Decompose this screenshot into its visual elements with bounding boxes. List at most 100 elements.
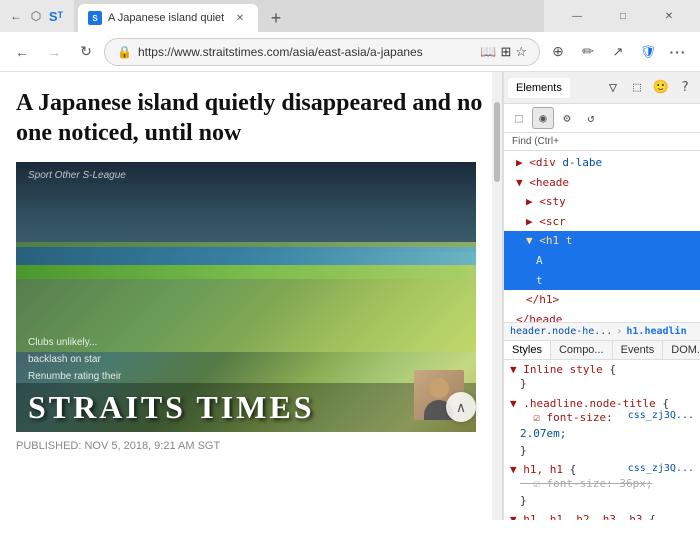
styles-tab[interactable]: Styles [504, 341, 551, 359]
address-bar[interactable]: 🔒 https://www.straitstimes.com/asia/east… [104, 38, 540, 66]
hub-icon: ⊕ [552, 43, 564, 60]
scroll-up-icon: ∧ [456, 399, 466, 416]
image-bottom-overlay: STRAITS TIMES [16, 383, 476, 432]
tree-node-h1[interactable]: ▼ <h1 t [504, 231, 700, 251]
events-tab[interactable]: Events [613, 341, 664, 359]
toolbar-right: ⊕ ✏ ↗ 🛡 ··· [544, 38, 692, 66]
scroll-up-button[interactable]: ∧ [446, 392, 476, 422]
computed-tab[interactable]: Compo... [551, 341, 613, 359]
devtools-tab-bar: Elements ▽ ⬚ 🙂 ? [504, 72, 700, 104]
devtools-tab-elements[interactable]: Elements [508, 78, 570, 98]
lock-icon: 🔒 [117, 45, 132, 59]
dom-tab[interactable]: DOM... [663, 341, 700, 359]
image-green-strip [16, 265, 476, 279]
devtools-search-bar: Find (Ctrl+ [504, 133, 700, 151]
image-sub4: Renumbe rating their [28, 370, 416, 383]
tab-title: A Japanese island quiet [108, 12, 226, 24]
cursor-icon: ⬚ [515, 111, 522, 125]
new-tab-button[interactable]: + [262, 4, 290, 32]
forward-icon: ⬡ [28, 8, 44, 24]
read-mode-icon[interactable]: 📖 [480, 44, 496, 60]
share-icon: ↗ [613, 44, 624, 60]
address-bar-icons: 📖 ⊞ ☆ [480, 44, 527, 60]
style-rule-inline: ▼ Inline style { } [510, 363, 694, 393]
tree-node-style[interactable]: ▶ <sty [504, 192, 700, 212]
select-element-button[interactable]: ⬚ [508, 107, 530, 129]
shield-icon: 🛡 [640, 44, 657, 60]
title-bar-icons: ← ⬡ Sᵀ [8, 8, 64, 24]
browser-icon: Sᵀ [48, 8, 64, 24]
refresh-icon: ↻ [80, 43, 92, 60]
article-image: Sport Other S-League Clubs unlikely... b… [16, 162, 476, 432]
immersive-reader-icon[interactable]: ⊞ [500, 44, 511, 60]
tab-close-button[interactable]: ✕ [232, 10, 248, 26]
close-button[interactable]: ✕ [646, 0, 692, 32]
image-overlay-text: Sport Other S-League [28, 170, 464, 181]
devtools-smiley-icon[interactable]: 🙂 [650, 77, 672, 99]
devtools-dock-icon[interactable]: ⬚ [626, 77, 648, 99]
devtools-settings-gear[interactable]: ⚙ [556, 107, 578, 129]
tree-node-header-close[interactable]: </heade [504, 310, 700, 322]
style-rule-h123: ▼ h1, h1, h2, h3, h3 {css_zj3Q... { marg… [510, 513, 694, 520]
find-label: Find (Ctrl+ [508, 135, 696, 148]
image-sub2: Clubs unlikely... [28, 336, 416, 349]
forward-button[interactable]: → [40, 38, 68, 66]
style-inline-close: } [510, 376, 694, 393]
hub-button[interactable]: ⊕ [544, 38, 572, 66]
tab-active[interactable]: S A Japanese island quiet ✕ [78, 4, 258, 32]
notes-button[interactable]: ✏ [574, 38, 602, 66]
style-rule-h1: ▼ h1, h1 css_zj3Q... { ☑ font-size: 36px… [510, 463, 694, 509]
more-icon: ··· [670, 44, 687, 60]
image-overlay-text2: Clubs unlikely... backlash on star Renum… [28, 336, 416, 387]
favorites-icon[interactable]: ☆ [515, 44, 527, 60]
inspect-button[interactable]: ◉ [532, 107, 554, 129]
tree-node-text-a[interactable]: A [504, 251, 700, 271]
tree-node-div[interactable]: ▶ <div d-labe [504, 153, 700, 173]
share-button[interactable]: ↗ [604, 38, 632, 66]
webpage-scrollbar[interactable] [492, 72, 502, 520]
maximize-button[interactable]: □ [600, 0, 646, 32]
refresh-devtools-icon: ↺ [587, 111, 594, 125]
back-icon: ← [15, 44, 29, 60]
devtools-tab-icons: ▽ ⬚ 🙂 ? [602, 77, 696, 99]
image-newspaper-name: STRAITS TIMES [16, 383, 476, 432]
devtools-settings-icon[interactable]: ▽ [602, 77, 624, 99]
address-text: https://www.straitstimes.com/asia/east-a… [138, 45, 474, 59]
minimize-button[interactable]: — [554, 0, 600, 32]
person-head [429, 378, 449, 398]
breadcrumb-header[interactable]: header.node-he... [510, 326, 612, 337]
nav-bar: ← → ↻ 🔒 https://www.straitstimes.com/asi… [0, 32, 700, 72]
styles-content: ▼ Inline style { } ▼ .headline.node-titl… [504, 360, 700, 520]
window-controls: — □ ✕ [554, 0, 692, 32]
published-text: PUBLISHED: NOV 5, 2018, 9:21 AM SGT [16, 440, 220, 452]
refresh-button[interactable]: ↻ [72, 38, 100, 66]
devtools-help-icon[interactable]: ? [674, 77, 696, 99]
breadcrumb-h1[interactable]: h1.headlin [626, 326, 686, 337]
tree-node-text-t[interactable]: t [504, 271, 700, 291]
triangle-icon: ▽ [609, 80, 617, 96]
image-sub3: backlash on star [28, 353, 416, 366]
devtools-refresh-btn[interactable]: ↺ [580, 107, 602, 129]
devtools-tree: ▶ <div d-labe ▼ <heade ▶ <sty ▶ <scr ▼ <… [504, 151, 700, 322]
image-blue-strip [16, 247, 476, 265]
shield-button[interactable]: 🛡 [634, 38, 662, 66]
published-bar: PUBLISHED: NOV 5, 2018, 9:21 AM SGT [16, 432, 486, 456]
more-button[interactable]: ··· [664, 38, 692, 66]
pen-icon: ✏ [582, 43, 594, 60]
style-prop-fontsize-36: ☑ font-size: 36px; [510, 476, 694, 493]
tree-node-h1-close[interactable]: </h1> [504, 290, 700, 310]
webpage-panel: A Japanese island quietly disappeared an… [0, 72, 503, 520]
tree-node-script[interactable]: ▶ <scr [504, 212, 700, 232]
back-button[interactable]: ← [8, 38, 36, 66]
devtools-breadcrumb: header.node-he... › h1.headlin [504, 322, 700, 340]
tree-node-header[interactable]: ▼ <heade [504, 173, 700, 193]
dock-icon: ⬚ [633, 80, 641, 95]
inspect-icon: ◉ [539, 111, 546, 125]
scrollbar-thumb[interactable] [494, 102, 500, 182]
devtools-panel: Elements ▽ ⬚ 🙂 ? ⬚ [503, 72, 700, 520]
style-rule-headline-close: } [510, 443, 694, 460]
tab-favicon: S [88, 11, 102, 25]
back-icon: ← [8, 8, 24, 24]
smiley-face-icon: 🙂 [653, 80, 669, 95]
main-area: A Japanese island quietly disappeared an… [0, 72, 700, 520]
